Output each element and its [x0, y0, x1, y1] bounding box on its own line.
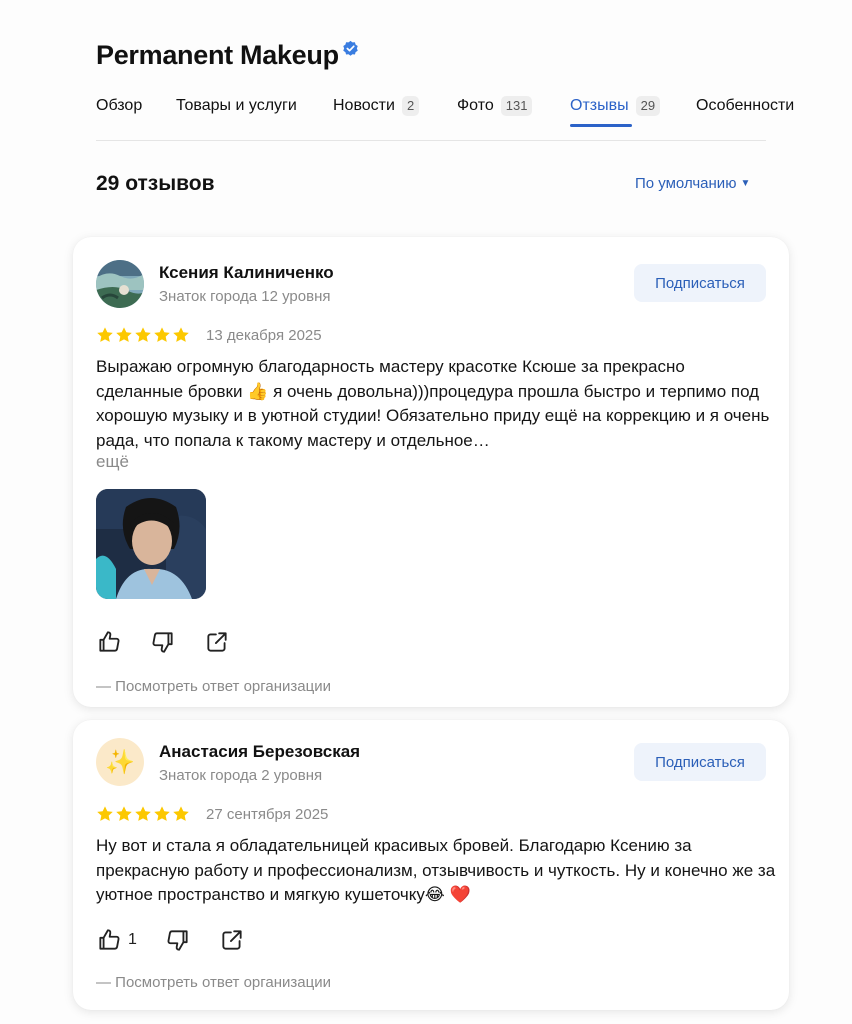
thumbs-up-icon [99, 929, 120, 950]
share-icon [222, 930, 242, 950]
avatar[interactable]: ✨ [96, 738, 144, 786]
thumbs-down-icon [167, 930, 188, 951]
star-icon [154, 806, 170, 821]
tab-count-badge: 2 [401, 96, 420, 116]
subscribe-button[interactable]: Подписаться [634, 743, 766, 781]
sort-dropdown[interactable]: По умолчанию ▼ [635, 175, 750, 192]
review-date: 27 сентября 2025 [206, 806, 329, 823]
tab-reviews[interactable]: Отзывы 29 [570, 94, 661, 118]
avatar[interactable] [96, 260, 144, 308]
dislike-button[interactable] [165, 927, 191, 953]
review-photo[interactable] [96, 489, 206, 599]
share-icon [207, 632, 227, 652]
read-more-link[interactable]: ещё [96, 452, 129, 472]
star-icon [173, 327, 189, 342]
rating-stars [96, 326, 190, 344]
share-button[interactable] [219, 927, 245, 953]
thumbs-down-icon [152, 632, 173, 653]
sort-label: По умолчанию [635, 175, 737, 192]
tab-label: Отзывы [570, 97, 629, 114]
star-icon [97, 327, 113, 342]
star-icon [173, 806, 189, 821]
review-photo-image [96, 489, 206, 599]
subscribe-button[interactable]: Подписаться [634, 264, 766, 302]
author-level: Знаток города 12 уровня [159, 288, 331, 305]
tab-products-services[interactable]: Товары и услуги [176, 94, 297, 118]
review-date: 13 декабря 2025 [206, 327, 322, 344]
tab-news[interactable]: Новости 2 [333, 94, 420, 118]
tab-label: Товары и услуги [176, 97, 297, 114]
star-icon [116, 327, 132, 342]
tab-label: Обзор [96, 97, 143, 114]
like-count: 1 [128, 931, 137, 948]
review-author[interactable]: Ксения Калиниченко [159, 263, 334, 283]
view-org-reply-link[interactable]: — Посмотреть ответ организации [96, 678, 331, 695]
sparkles-icon: ✨ [105, 748, 135, 776]
tab-count-badge: 29 [635, 96, 661, 116]
tab-photos[interactable]: Фото 131 [457, 94, 533, 118]
caret-down-icon: ▼ [740, 178, 751, 189]
review-text: Ну вот и стала я обладательницей красивы… [96, 836, 776, 904]
review-actions [96, 629, 258, 655]
view-org-reply-link[interactable]: — Посмотреть ответ организации [96, 974, 331, 991]
review-actions: 1 [96, 927, 273, 953]
tab-count-badge: 131 [500, 96, 533, 116]
tabs-divider [96, 140, 766, 141]
rating-stars [96, 805, 190, 823]
review-author[interactable]: Анастасия Березовская [159, 742, 360, 762]
thumbs-up-icon [99, 631, 120, 652]
author-level: Знаток города 2 уровня [159, 767, 323, 784]
verified-badge-icon [343, 40, 358, 56]
tab-label: Новости [333, 97, 395, 114]
review-card: Ксения Калиниченко Знаток города 12 уров… [73, 237, 789, 707]
tab-bar: Обзор Товары и услуги Новости 2 Фото 131… [96, 94, 816, 130]
share-button[interactable] [204, 629, 230, 655]
business-title: Permanent Makeup [96, 40, 359, 71]
star-icon [97, 806, 113, 821]
star-icon [154, 327, 170, 342]
tab-features[interactable]: Особенности [696, 94, 794, 118]
tab-label: Фото [457, 97, 494, 114]
dislike-button[interactable] [150, 629, 176, 655]
active-tab-indicator [570, 124, 632, 127]
tab-overview[interactable]: Обзор [96, 94, 142, 118]
star-icon [135, 327, 151, 342]
avatar-image [96, 260, 144, 308]
business-name: Permanent Makeup [96, 40, 339, 70]
star-icon [116, 806, 132, 821]
tab-label: Особенности [696, 97, 795, 114]
reviews-count-heading: 29 отзывов [96, 172, 215, 195]
review-card: ✨ Анастасия Березовская Знаток города 2 … [73, 720, 789, 1010]
like-button[interactable] [96, 629, 122, 655]
like-button[interactable]: 1 [96, 927, 137, 953]
review-text: Выражаю огромную благодарность мастеру к… [96, 357, 770, 450]
star-icon [135, 806, 151, 821]
